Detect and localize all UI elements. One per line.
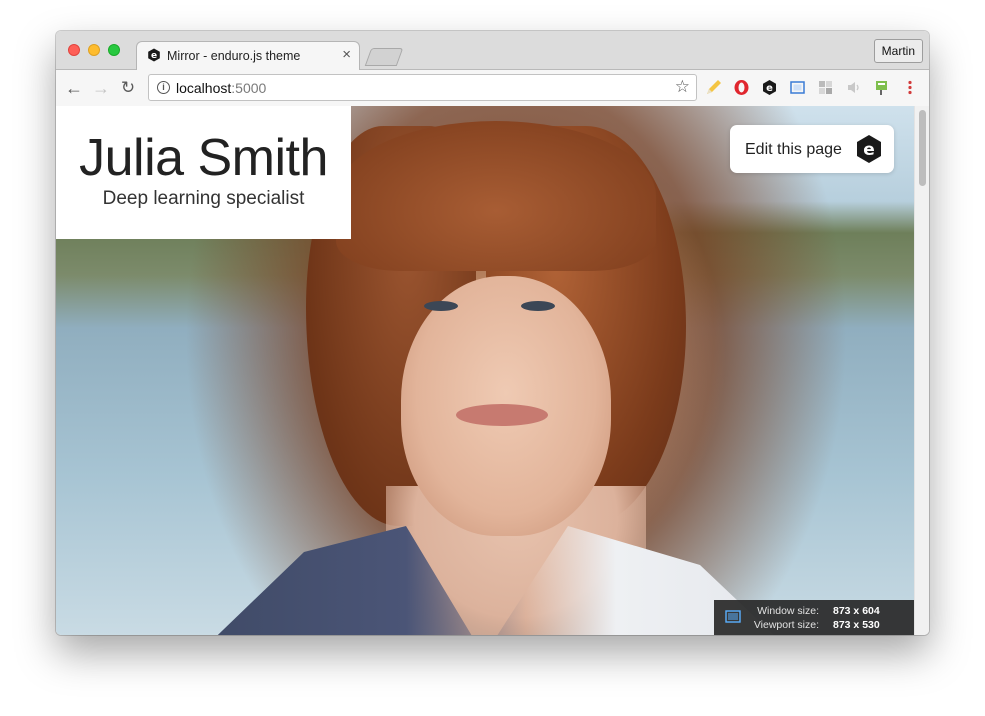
photo-lips [456, 404, 548, 426]
photo-eye-right [521, 301, 555, 311]
back-arrow-icon[interactable]: ← [64, 78, 84, 98]
window-close-button[interactable] [68, 44, 80, 56]
svg-text:e: e [151, 51, 157, 61]
page-subtitle: Deep learning specialist [102, 188, 305, 209]
bookmark-star-icon[interactable]: ☆ [675, 77, 690, 97]
photo-eye-left [424, 301, 458, 311]
svg-text:e: e [766, 83, 773, 94]
puzzle-extension-icon[interactable] [817, 79, 834, 96]
address-bar[interactable]: i localhost:5000 ☆ [148, 74, 697, 101]
reload-icon[interactable]: ↻ [118, 78, 138, 98]
viewport-size-label: Viewport size: [753, 619, 819, 631]
window-size-icon [725, 610, 741, 623]
window-size-row: Window size: 873 x 604 [749, 605, 880, 617]
profile-button[interactable]: Martin [873, 39, 923, 63]
enduro-logo-icon: e [857, 135, 881, 163]
opera-extension-icon[interactable] [733, 79, 750, 96]
screen-capture-extension-icon[interactable] [789, 79, 806, 96]
info-icon[interactable]: i [157, 81, 170, 94]
new-tab-button[interactable] [364, 48, 404, 66]
enduro-favicon-icon: e [148, 48, 160, 62]
tab-title: Mirror - enduro.js theme [167, 49, 301, 63]
more-menu-icon[interactable] [905, 79, 915, 96]
scrollbar-thumb[interactable] [919, 110, 926, 186]
vertical-scrollbar[interactable] [914, 106, 929, 635]
browser-window: e Mirror - enduro.js theme × Martin ← → … [56, 31, 929, 635]
edit-page-button[interactable]: Edit this page e [730, 125, 894, 173]
tab-strip: e Mirror - enduro.js theme × Martin [56, 31, 929, 70]
window-size-overlay: Window size: 873 x 604 Viewport size: 873 … [714, 600, 914, 635]
tab-active[interactable]: e Mirror - enduro.js theme × [136, 41, 360, 70]
viewport-size-row: Viewport size: 873 x 530 [749, 619, 880, 631]
window-minimize-button[interactable] [88, 44, 100, 56]
window-maximize-button[interactable] [108, 44, 120, 56]
name-card: Julia Smith Deep learning specialist [56, 106, 351, 239]
enduro-extension-icon[interactable]: e [761, 79, 778, 96]
tab-close-icon[interactable]: × [342, 46, 351, 63]
page-viewport: Julia Smith Deep learning specialist Edi… [56, 106, 914, 635]
url-host: localhost [176, 80, 232, 96]
window-size-value: 873 x 604 [833, 605, 880, 617]
url-text[interactable]: localhost:5000 [176, 80, 266, 96]
viewport-size-value: 873 x 530 [833, 619, 880, 631]
forward-arrow-icon[interactable]: → [91, 78, 111, 98]
browser-toolbar: ← → ↻ i localhost:5000 ☆ e [56, 70, 929, 107]
photo-hair-top [336, 121, 656, 271]
page-title: Julia Smith [79, 129, 328, 187]
url-port: :5000 [231, 80, 267, 96]
speaker-extension-icon[interactable] [845, 79, 862, 96]
pencil-extension-icon[interactable] [705, 79, 722, 96]
edit-page-label: Edit this page [745, 141, 842, 158]
flag-extension-icon[interactable] [873, 79, 890, 96]
window-size-label: Window size: [757, 605, 819, 617]
svg-text:e: e [863, 140, 875, 160]
